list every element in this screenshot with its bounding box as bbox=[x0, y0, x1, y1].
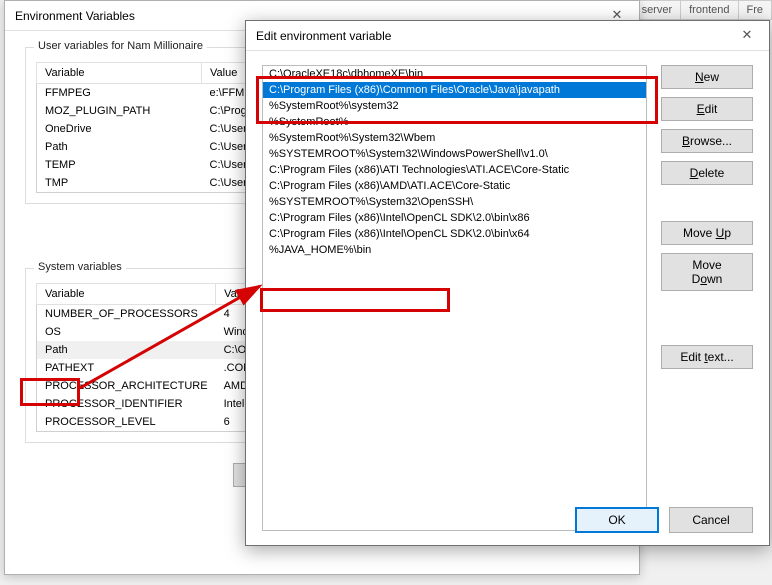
list-item[interactable]: C:\OracleXE18c\dbhomeXE\bin bbox=[263, 66, 646, 82]
move-up-button[interactable]: Move Up bbox=[661, 221, 753, 245]
list-item[interactable]: C:\Program Files (x86)\AMD\ATI.ACE\Core-… bbox=[263, 178, 646, 194]
list-item[interactable]: C:\Program Files (x86)\Intel\OpenCL SDK\… bbox=[263, 226, 646, 242]
bg-tab[interactable]: frontend bbox=[681, 0, 738, 20]
browse-button[interactable]: Browse... bbox=[661, 129, 753, 153]
cancel-button[interactable]: Cancel bbox=[669, 507, 753, 533]
bg-tab[interactable]: Fre bbox=[739, 0, 772, 20]
list-item[interactable]: %SystemRoot%\System32\Wbem bbox=[263, 130, 646, 146]
list-item[interactable]: %SYSTEMROOT%\System32\WindowsPowerShell\… bbox=[263, 146, 646, 162]
list-item[interactable]: C:\Program Files (x86)\Intel\OpenCL SDK\… bbox=[263, 210, 646, 226]
side-button-column: New Edit Browse... Delete Move Up Move D… bbox=[661, 65, 753, 531]
list-item[interactable]: %SYSTEMROOT%\System32\OpenSSH\ bbox=[263, 194, 646, 210]
ok-button[interactable]: OK bbox=[575, 507, 659, 533]
col-variable[interactable]: Variable bbox=[37, 63, 202, 84]
dialog-footer: OK Cancel bbox=[575, 507, 753, 533]
move-down-button[interactable]: Move Down bbox=[661, 253, 753, 291]
new-button[interactable]: New bbox=[661, 65, 753, 89]
dialog-title: Edit environment variable bbox=[256, 29, 391, 43]
list-item[interactable]: %SystemRoot%\system32 bbox=[263, 98, 646, 114]
system-vars-label: System variables bbox=[34, 261, 126, 273]
path-listbox[interactable]: C:\OracleXE18c\dbhomeXE\bin C:\Program F… bbox=[262, 65, 647, 531]
edit-text-button[interactable]: Edit text... bbox=[661, 345, 753, 369]
list-item-selected[interactable]: C:\Program Files (x86)\Common Files\Orac… bbox=[263, 82, 646, 98]
list-item[interactable]: %JAVA_HOME%\bin bbox=[263, 242, 646, 258]
user-vars-label: User variables for Nam Millionaire bbox=[34, 40, 207, 52]
bg-tab[interactable]: server bbox=[634, 0, 682, 20]
col-variable[interactable]: Variable bbox=[37, 284, 216, 305]
close-icon[interactable]: ✕ bbox=[725, 21, 769, 49]
delete-button[interactable]: Delete bbox=[661, 161, 753, 185]
edit-variable-dialog: Edit environment variable ✕ C:\OracleXE1… bbox=[245, 20, 770, 546]
dialog-title: Environment Variables bbox=[15, 9, 135, 23]
dialog-titlebar: Edit environment variable ✕ bbox=[246, 21, 769, 51]
list-item[interactable]: C:\Program Files (x86)\ATI Technologies\… bbox=[263, 162, 646, 178]
list-item[interactable]: %SystemRoot% bbox=[263, 114, 646, 130]
edit-button[interactable]: Edit bbox=[661, 97, 753, 121]
